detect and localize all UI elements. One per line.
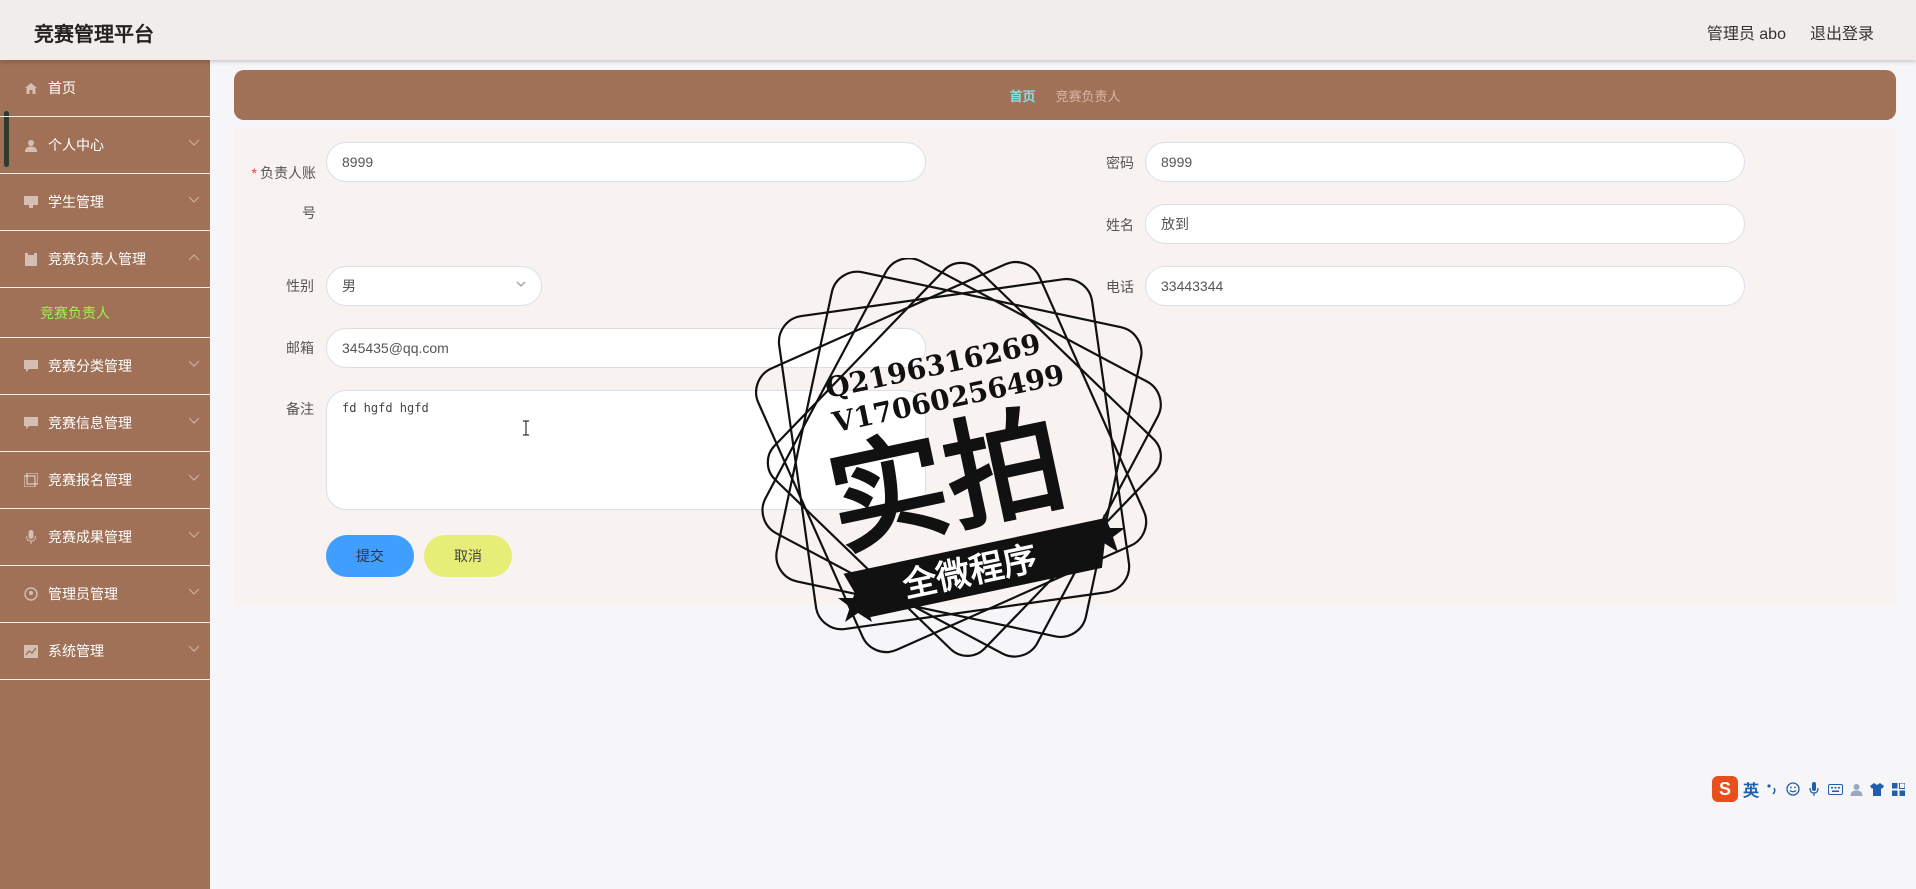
phone-input[interactable]: 33443344 xyxy=(1145,266,1745,306)
name-label: 姓名 xyxy=(1106,217,1134,233)
sidebar-subitem-leader[interactable]: 竞赛负责人 xyxy=(0,288,210,338)
sidebar-item-registration[interactable]: 竞赛报名管理 xyxy=(0,452,210,509)
emoji-icon[interactable] xyxy=(1785,781,1801,797)
remark-value: fd hgfd hgfd xyxy=(342,401,429,415)
name-value: 放到 xyxy=(1161,216,1189,232)
chevron-down-icon xyxy=(188,138,202,152)
ime-language-toggle[interactable]: 英 xyxy=(1743,777,1759,801)
gender-select[interactable]: 男 xyxy=(326,266,542,306)
home-icon xyxy=(23,81,39,95)
user-name[interactable]: 管理员 abo xyxy=(1707,20,1786,44)
chart-icon xyxy=(23,644,39,658)
monitor-icon xyxy=(23,195,39,209)
header-actions: 管理员 abo 退出登录 xyxy=(1707,20,1874,44)
chevron-down-icon xyxy=(188,195,202,209)
sidebar-item-label: 竞赛报名管理 xyxy=(48,472,132,488)
skin-icon[interactable] xyxy=(1869,781,1885,797)
circle-user-icon xyxy=(23,587,39,601)
chevron-up-icon xyxy=(188,252,202,266)
voice-icon[interactable] xyxy=(1806,781,1822,797)
breadcrumb: 首页 竞赛负责人 xyxy=(234,70,1896,120)
ime-toolbar: S 英 xyxy=(1712,774,1916,804)
punctuation-icon[interactable] xyxy=(1764,781,1780,797)
microphone-icon xyxy=(23,530,39,544)
chevron-down-icon xyxy=(188,473,202,487)
sidebar-item-label: 竞赛分类管理 xyxy=(48,358,132,374)
user-icon[interactable] xyxy=(1848,781,1864,797)
cancel-button[interactable]: 取消 xyxy=(424,535,512,577)
sidebar-item-label: 管理员管理 xyxy=(48,586,118,602)
gender-value: 男 xyxy=(342,278,356,294)
chevron-down-icon xyxy=(188,587,202,601)
sidebar-item-label: 竞赛信息管理 xyxy=(48,415,132,431)
chevron-down-icon xyxy=(515,278,527,293)
submit-button[interactable]: 提交 xyxy=(326,535,414,577)
top-header: 竞赛管理平台 管理员 abo 退出登录 xyxy=(0,0,1916,60)
breadcrumb-home[interactable]: 首页 xyxy=(1009,86,1035,105)
account-value: 8999 xyxy=(342,154,374,170)
sidebar-item-category[interactable]: 竞赛分类管理 xyxy=(0,338,210,395)
email-value: 345435@qq.com xyxy=(342,340,449,356)
breadcrumb-current: 竞赛负责人 xyxy=(1055,88,1121,104)
chat-icon xyxy=(23,359,39,373)
required-marker: * xyxy=(251,165,257,181)
sidebar-item-label: 竞赛成果管理 xyxy=(48,529,132,545)
app-title: 竞赛管理平台 xyxy=(34,24,154,46)
chevron-down-icon xyxy=(188,530,202,544)
name-input[interactable]: 放到 xyxy=(1145,204,1745,244)
watermark-stamp: Q2196316269 V17060256499 实拍 全微程序 xyxy=(755,258,1162,658)
message-icon xyxy=(23,416,39,430)
sidebar-item-leader-management[interactable]: 竞赛负责人管理 xyxy=(0,231,210,288)
sidebar-subitem-label: 竞赛负责人 xyxy=(40,304,110,321)
sidebar: 首页 个人中心 学生管理 竞赛负责人管理 竞赛负责人 竞赛分类管理 竞赛信息管理… xyxy=(0,60,210,889)
sidebar-item-label: 系统管理 xyxy=(48,643,104,659)
text-cursor-icon xyxy=(522,420,530,436)
email-label: 邮箱 xyxy=(286,340,314,356)
keyboard-icon[interactable] xyxy=(1827,781,1843,797)
logout-link[interactable]: 退出登录 xyxy=(1810,20,1874,44)
toolbox-grid-icon[interactable] xyxy=(1890,781,1906,797)
sidebar-item-system[interactable]: 系统管理 xyxy=(0,623,210,680)
chevron-down-icon xyxy=(188,416,202,430)
chevron-down-icon xyxy=(188,359,202,373)
sidebar-item-info[interactable]: 竞赛信息管理 xyxy=(0,395,210,452)
password-input[interactable]: 8999 xyxy=(1145,142,1745,182)
remark-label: 备注 xyxy=(286,401,314,417)
sidebar-item-profile[interactable]: 个人中心 xyxy=(0,117,210,174)
sogou-logo-icon[interactable]: S xyxy=(1712,776,1738,802)
password-value: 8999 xyxy=(1161,154,1193,170)
password-label: 密码 xyxy=(1106,155,1134,171)
sidebar-item-label: 竞赛负责人管理 xyxy=(48,251,146,267)
sidebar-item-admins[interactable]: 管理员管理 xyxy=(0,566,210,623)
sidebar-item-results[interactable]: 竞赛成果管理 xyxy=(0,509,210,566)
account-input[interactable]: 8999 xyxy=(326,142,926,182)
gender-label: 性别 xyxy=(286,278,314,294)
sidebar-item-label: 首页 xyxy=(48,80,76,96)
user-icon xyxy=(23,138,39,152)
sidebar-item-label: 个人中心 xyxy=(48,137,104,153)
account-label: * 负责人账号 xyxy=(251,165,316,221)
sidebar-item-label: 学生管理 xyxy=(48,194,104,210)
sidebar-item-home[interactable]: 首页 xyxy=(0,60,210,117)
sidebar-item-students[interactable]: 学生管理 xyxy=(0,174,210,231)
copy-icon xyxy=(23,473,39,487)
clipboard-icon xyxy=(23,252,39,266)
chevron-down-icon xyxy=(188,644,202,658)
